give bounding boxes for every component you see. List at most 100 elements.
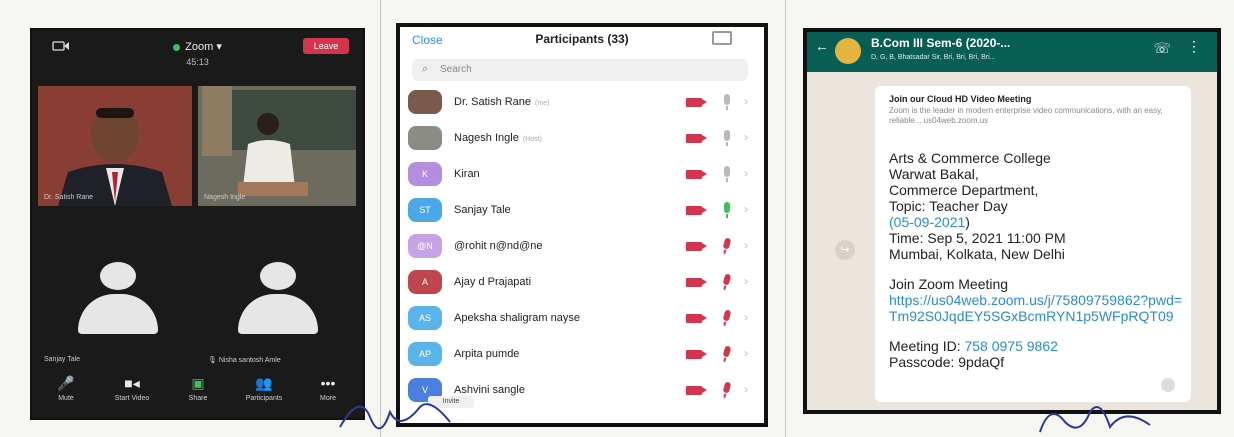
participants-header: Close Participants (33) bbox=[400, 27, 764, 55]
participant-photo bbox=[38, 86, 192, 206]
participants-title: Participants (33) bbox=[535, 32, 629, 46]
participant-role: (me) bbox=[535, 100, 550, 107]
participants-panel: Close Participants (33) ⌕ Search Dr. Sat… bbox=[396, 23, 768, 427]
message-line: Commerce Department, bbox=[889, 182, 1039, 198]
signature bbox=[1039, 406, 1151, 433]
message-line: Warwat Bakal, bbox=[889, 166, 979, 182]
forward-icon[interactable]: ↪ bbox=[835, 240, 855, 260]
avatar-name: Sanjay Tale bbox=[44, 356, 81, 363]
participant-row[interactable]: @N @rohit n@nd@ne › bbox=[400, 229, 764, 265]
video-off-icon bbox=[686, 206, 707, 215]
zoom-meeting-screen: Zoom ▾ 45:13 Leave Dr. Satish Rane Nages… bbox=[30, 28, 365, 420]
participant-name: Apeksha shaligram nayse bbox=[454, 312, 580, 324]
message-text: Arts & Commerce College Warwat Bakal, Co… bbox=[889, 150, 1185, 370]
microphone-icon bbox=[724, 202, 730, 218]
search-icon: ⌕ bbox=[422, 63, 429, 75]
microphone-icon bbox=[724, 94, 730, 110]
video-off-icon bbox=[686, 98, 707, 107]
video-tile-nagesh[interactable]: Nagesh Ingle bbox=[198, 86, 356, 206]
participant-row[interactable]: K Kiran › bbox=[400, 157, 764, 193]
add-call-icon[interactable]: ☏ bbox=[1153, 40, 1171, 57]
divider bbox=[785, 0, 786, 437]
zoom-top-bar: Zoom ▾ 45:13 Leave bbox=[32, 30, 363, 80]
participant-name: Ashvini sangle bbox=[454, 384, 525, 396]
message-line: Passcode: 9pdaQf bbox=[889, 354, 1005, 370]
participant-avatar: A bbox=[408, 270, 442, 294]
chat-header: ← B.Com III Sem-6 (2020-... D, G, B, Bha… bbox=[807, 32, 1217, 72]
participant-row[interactable]: A Ajay d Prajapati › bbox=[400, 265, 764, 301]
video-off-icon bbox=[686, 314, 707, 323]
participants-button[interactable]: 👥 Participants bbox=[234, 374, 294, 402]
group-members: D, G, B, Bhatsadar Sir, Bri, Bri, Bri, B… bbox=[871, 54, 996, 61]
participant-avatar: AS bbox=[408, 306, 442, 330]
chevron-right-icon: › bbox=[744, 94, 748, 108]
window-icon[interactable] bbox=[712, 31, 732, 45]
message-line: Arts & Commerce College bbox=[889, 150, 1051, 166]
group-avatar[interactable] bbox=[835, 38, 861, 64]
microphone-icon bbox=[722, 381, 732, 394]
meeting-id-link[interactable]: 758 0975 9862 bbox=[964, 338, 1057, 354]
participant-name: Kiran bbox=[454, 168, 480, 180]
group-name[interactable]: B.Com III Sem-6 (2020-... bbox=[871, 36, 1010, 50]
leave-button[interactable]: Leave bbox=[303, 38, 349, 54]
date-link[interactable]: (05-09-2021 bbox=[889, 214, 965, 230]
video-off-icon bbox=[686, 278, 707, 287]
chevron-right-icon: › bbox=[744, 238, 748, 252]
participant-avatar bbox=[408, 126, 442, 150]
microphone-icon bbox=[724, 166, 730, 182]
participant-name: Ajay d Prajapati bbox=[454, 276, 532, 288]
participant-row[interactable]: Nagesh Ingle (Host) › bbox=[400, 121, 764, 157]
message-line: Meeting ID: 758 0975 9862 bbox=[889, 338, 1058, 354]
search-input[interactable]: ⌕ Search bbox=[412, 59, 748, 81]
participant-name: Dr. Satish Rane (me) bbox=[454, 96, 550, 108]
menu-icon[interactable]: ⋮ bbox=[1187, 38, 1201, 55]
video-off-icon bbox=[686, 242, 707, 251]
video-off-icon bbox=[686, 170, 707, 179]
chevron-right-icon: › bbox=[744, 382, 748, 396]
shield-icon bbox=[173, 43, 181, 51]
share-screen-icon: ▣ bbox=[191, 375, 205, 391]
video-off-icon bbox=[686, 386, 707, 395]
video-tile-name: Dr. Satish Rane bbox=[44, 194, 94, 201]
chevron-right-icon: › bbox=[744, 346, 748, 360]
link-preview-description: Zoom is the leader in modern enterprise … bbox=[889, 106, 1163, 125]
microphone-icon bbox=[722, 345, 732, 358]
video-camera-icon: ■◂ bbox=[124, 375, 140, 391]
participant-avatar bbox=[408, 90, 442, 114]
divider bbox=[380, 0, 381, 437]
link-preview-title[interactable]: Join our Cloud HD Video Meeting bbox=[889, 94, 1031, 104]
participant-avatar: K bbox=[408, 162, 442, 186]
participant-row[interactable]: Dr. Satish Rane (me) › bbox=[400, 85, 764, 121]
microphone-icon bbox=[722, 309, 732, 322]
message-bubble[interactable]: Join our Cloud HD Video Meeting Zoom is … bbox=[875, 86, 1191, 402]
chevron-right-icon: › bbox=[744, 274, 748, 288]
message-line: (05-09-2021) bbox=[889, 214, 970, 230]
message-line: Join Zoom Meeting bbox=[889, 276, 1009, 292]
participants-icon: 👥 bbox=[255, 375, 273, 391]
microphone-icon bbox=[724, 130, 730, 146]
participant-name: Arpita pumde bbox=[454, 348, 520, 360]
message-line: Mumbai, Kolkata, New Delhi bbox=[889, 246, 1065, 262]
share-button[interactable]: ▣ Share bbox=[168, 374, 228, 402]
participant-avatar: ST bbox=[408, 198, 442, 222]
participant-avatar: @N bbox=[408, 234, 442, 258]
participant-row[interactable]: AP Arpita pumde › bbox=[400, 337, 764, 373]
avatar-placeholder[interactable] bbox=[78, 262, 158, 340]
mute-button[interactable]: 🎤 Mute bbox=[36, 374, 96, 402]
signature bbox=[339, 403, 451, 430]
microphone-icon: 🎤 bbox=[57, 375, 75, 391]
avatar-placeholder[interactable] bbox=[238, 262, 318, 340]
video-tile-name: Nagesh Ingle bbox=[204, 194, 246, 201]
meeting-link[interactable]: https://us04web.zoom.us/j/75809759862?pw… bbox=[889, 292, 1185, 324]
meeting-toolbar: 🎤 Mute ■◂ Start Video ▣ Share 👥 Participants… bbox=[32, 370, 363, 418]
back-arrow-icon[interactable]: ← bbox=[815, 38, 829, 54]
participant-row[interactable]: AS Apeksha shaligram nayse › bbox=[400, 301, 764, 337]
person-icon bbox=[260, 262, 296, 290]
share-icon[interactable] bbox=[1161, 378, 1175, 392]
participant-row[interactable]: ST Sanjay Tale › bbox=[400, 193, 764, 229]
chevron-right-icon: › bbox=[744, 166, 748, 180]
start-video-button[interactable]: ■◂ Start Video bbox=[102, 374, 162, 402]
video-tile-satish[interactable]: Dr. Satish Rane bbox=[38, 86, 192, 206]
participant-avatar: AP bbox=[408, 342, 442, 366]
whatsapp-chat: ← B.Com III Sem-6 (2020-... D, G, B, Bha… bbox=[803, 28, 1221, 414]
